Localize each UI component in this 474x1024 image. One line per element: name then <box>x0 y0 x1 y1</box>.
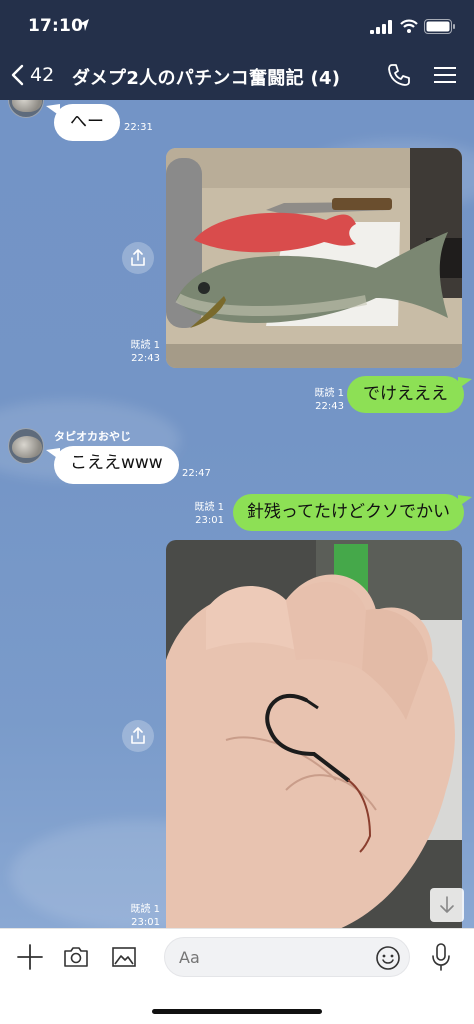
bubble-tail <box>458 377 472 389</box>
phone-icon[interactable] <box>386 62 412 88</box>
chat-area[interactable]: へー 22:31 既読 1 22:43 既読 1 22:43 でけえええ タピオ… <box>0 100 474 928</box>
chat-title: ダメプ2人のパチンコ奮闘記 (4) <box>72 68 341 89</box>
back-chevron-icon <box>11 64 24 86</box>
message-bubble-incoming[interactable]: へー <box>54 104 120 141</box>
scroll-down-button[interactable] <box>430 888 464 922</box>
message-bubble-incoming[interactable]: こええwww <box>54 446 179 484</box>
message-bubble-outgoing[interactable]: 針残ってたけどクソでかい <box>232 494 464 531</box>
message-input-field[interactable] <box>164 937 410 977</box>
arrow-down-icon <box>440 896 454 913</box>
wifi-icon <box>400 19 418 33</box>
unread-count: 42 <box>30 64 55 86</box>
top-bar: 17:10 42 ダメプ2人のパチンコ奮闘記 (4) <box>0 0 474 100</box>
read-status: 既読 1 23:01 <box>130 904 160 928</box>
plus-icon[interactable] <box>16 943 44 971</box>
avatar[interactable] <box>8 428 44 464</box>
signal-icon <box>370 20 392 34</box>
share-icon <box>131 249 145 266</box>
read-status: 既読 1 22:43 <box>130 340 160 364</box>
share-icon <box>131 727 145 744</box>
message-input-bar <box>0 928 474 1024</box>
camera-icon[interactable] <box>62 943 90 971</box>
location-arrow-icon <box>79 19 89 31</box>
message-time: 22:47 <box>182 468 211 479</box>
sender-name: タピオカおやじ <box>54 430 131 443</box>
back-button[interactable]: 42 <box>10 60 54 90</box>
photo-fish-catch[interactable] <box>166 148 462 368</box>
emoji-icon[interactable] <box>375 945 401 971</box>
message-time: 22:31 <box>124 122 153 133</box>
bubble-tail <box>458 495 472 507</box>
home-indicator <box>152 1009 322 1014</box>
read-status: 既読 1 22:43 <box>314 388 344 412</box>
photo-fish-hook[interactable] <box>166 540 462 928</box>
message-bubble-outgoing[interactable]: でけえええ <box>347 376 464 413</box>
microphone-icon[interactable] <box>430 942 452 972</box>
status-time: 17:10 <box>28 16 84 36</box>
read-status: 既読 1 23:01 <box>194 502 224 526</box>
chat-header: 42 ダメプ2人のパチンコ奮闘記 (4) <box>0 52 474 100</box>
menu-icon[interactable] <box>434 64 456 86</box>
message-input[interactable] <box>179 946 359 968</box>
image-icon[interactable] <box>110 943 138 971</box>
avatar[interactable] <box>8 100 44 118</box>
status-bar: 17:10 <box>0 14 474 42</box>
share-button[interactable] <box>122 720 154 752</box>
battery-icon <box>424 19 455 34</box>
share-button[interactable] <box>122 242 154 274</box>
